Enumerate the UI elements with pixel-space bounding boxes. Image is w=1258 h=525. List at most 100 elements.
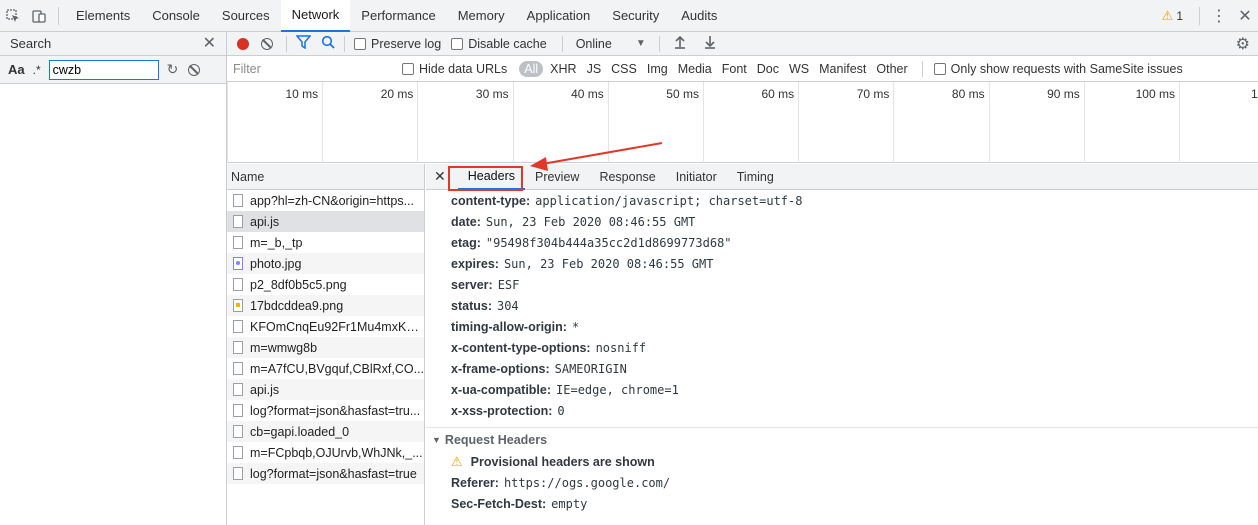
refresh-search-icon[interactable]: ↻	[167, 61, 179, 78]
tab-initiator[interactable]: Initiator	[666, 164, 727, 190]
filter-type-xhr[interactable]: XHR	[547, 61, 579, 77]
checkbox-box[interactable]	[451, 37, 464, 50]
filter-type-manifest[interactable]: Manifest	[816, 61, 869, 77]
checkbox-box[interactable]	[933, 62, 946, 75]
samesite-checkbox[interactable]: Only show requests with SameSite issues	[933, 61, 1183, 76]
samesite-label: Only show requests with SameSite issues	[950, 61, 1183, 76]
filter-input[interactable]	[231, 58, 396, 79]
tab-elements[interactable]: Elements	[65, 0, 141, 32]
tab-memory[interactable]: Memory	[447, 0, 516, 32]
table-row[interactable]: app?hl=zh-CN&origin=https...	[227, 190, 424, 211]
device-toolbar-icon[interactable]	[26, 0, 52, 32]
filter-type-other[interactable]: Other	[873, 61, 910, 77]
tab-audits[interactable]: Audits	[670, 0, 728, 32]
tab-headers[interactable]: Headers	[457, 164, 525, 190]
table-row[interactable]: KFOmCnqEu92Fr1Mu4mxKK...	[227, 316, 424, 337]
filter-bar: Hide data URLs AllXHR JSCSSImgMediaFontDo…	[227, 56, 1258, 82]
tab-response[interactable]: Response	[589, 164, 665, 190]
filter-type-js[interactable]: JS	[584, 61, 605, 77]
filter-type-img[interactable]: Img	[644, 61, 671, 77]
timeline-tick: 90 ms	[988, 82, 1084, 163]
file-icon	[233, 215, 243, 228]
request-rows: app?hl=zh-CN&origin=https... api.js m=_b,_…	[227, 190, 424, 484]
name-column-header[interactable]: Name	[227, 164, 424, 190]
file-icon	[233, 467, 243, 480]
checkbox-box[interactable]	[402, 62, 414, 75]
header-value: Sun, 23 Feb 2020 08:46:55 GMT	[503, 256, 714, 271]
regex-button[interactable]: .*	[33, 63, 41, 77]
table-row[interactable]: m=FCpbqb,OJUrvb,WhJNk,_...	[227, 442, 424, 463]
toolbar-divider	[344, 35, 345, 52]
filter-type-css[interactable]: CSS	[608, 61, 640, 77]
tab-network[interactable]: Network	[280, 0, 351, 32]
clear-log-icon[interactable]	[261, 37, 273, 50]
filter-type-font[interactable]: Font	[719, 61, 750, 77]
filter-type-media[interactable]: Media	[675, 61, 715, 77]
hide-data-urls-label: Hide data URLs	[419, 61, 508, 76]
image-file-icon	[233, 299, 243, 312]
panel-tabs: Elements Console Sources Network Performance…	[65, 0, 728, 32]
header-row: Sec-Fetch-Dest: empty	[426, 493, 1258, 514]
header-key: expires:	[451, 256, 499, 271]
table-row[interactable]: m=_b,_tp	[227, 232, 424, 253]
table-row[interactable]: api.js	[227, 211, 424, 232]
tab-performance[interactable]: Performance	[350, 0, 446, 32]
close-details-icon[interactable]: ✕	[434, 168, 446, 185]
toolbar-divider	[58, 6, 59, 25]
throttling-select[interactable]: Online ▼	[572, 37, 650, 51]
timeline-tick-label: 40 ms	[571, 87, 604, 101]
network-settings-icon[interactable]: ⚙	[1236, 34, 1250, 54]
inspect-element-icon[interactable]	[0, 0, 26, 32]
table-row[interactable]: m=wmwg8b	[227, 337, 424, 358]
search-icon[interactable]	[321, 35, 335, 52]
table-row[interactable]: p2_8df0b5c5.png	[227, 274, 424, 295]
import-har-icon[interactable]	[673, 35, 687, 52]
filter-type-ws[interactable]: WS	[786, 61, 812, 77]
table-row[interactable]: cb=gapi.loaded_0	[227, 421, 424, 442]
tab-preview[interactable]: Preview	[525, 164, 589, 190]
devtools-topbar: Elements Console Sources Network Performance…	[0, 0, 1258, 32]
timeline-tick: 20 ms	[322, 82, 417, 163]
timeline-overview[interactable]: 10 ms 20 ms 30 ms 40 ms 50 ms 60 ms 70 ms 80 ms…	[227, 82, 1258, 163]
more-options-icon[interactable]: ⋮	[1206, 0, 1232, 32]
timeline-tick: 110	[1179, 82, 1258, 163]
match-case-button[interactable]: Aa	[8, 62, 25, 77]
table-row[interactable]: m=A7fCU,BVgquf,CBlRxf,CO...	[227, 358, 424, 379]
toolbar-divider	[561, 35, 563, 52]
filter-type-all[interactable]: All	[519, 60, 544, 77]
tab-application[interactable]: Application	[516, 0, 602, 32]
header-key: Sec-Fetch-Dest:	[451, 496, 547, 511]
timeline-tick-label: 30 ms	[475, 87, 509, 101]
filter-icon[interactable]	[295, 35, 312, 52]
hide-data-urls-checkbox[interactable]: Hide data URLs	[402, 62, 507, 76]
timeline-tick-label: 60 ms	[761, 87, 795, 101]
tab-security[interactable]: Security	[601, 0, 670, 32]
checkbox-box[interactable]	[354, 37, 366, 50]
record-icon[interactable]	[237, 37, 249, 50]
request-details-panel: ✕ Headers Preview Response Initiator Timing …	[426, 164, 1258, 525]
close-devtools-icon[interactable]: ✕	[1232, 0, 1258, 32]
table-row[interactable]: 17bdcddea9.png	[227, 295, 424, 316]
export-har-icon[interactable]	[703, 35, 717, 52]
table-row[interactable]: photo.jpg	[227, 253, 424, 274]
warning-count: 1	[1176, 8, 1183, 23]
table-row[interactable]: log?format=json&hasfast=true	[227, 463, 424, 484]
resource-type-filters: All XHR JS CSS Img Media Font Doc WS Manifest Othe…	[519, 60, 910, 77]
tab-timing[interactable]: Timing	[727, 164, 784, 190]
timeline-tick: 40 ms	[512, 82, 608, 163]
request-headers-section[interactable]: ▼ Request Headers	[426, 427, 1258, 451]
close-search-icon[interactable]: ✕	[203, 35, 216, 52]
disable-cache-checkbox[interactable]: Disable cache	[451, 37, 547, 51]
table-row[interactable]: api.js	[227, 379, 424, 400]
header-key: x-ua-compatible:	[451, 382, 552, 397]
warnings-counter[interactable]: ⚠ 1	[1162, 8, 1193, 24]
tab-console[interactable]: Console	[141, 0, 211, 32]
search-input[interactable]	[48, 59, 159, 80]
filter-type-doc[interactable]: Doc	[754, 61, 782, 77]
tab-sources[interactable]: Sources	[211, 0, 281, 32]
table-row[interactable]: log?format=json&hasfast=tru...	[227, 400, 424, 421]
file-icon	[233, 236, 243, 249]
preserve-log-checkbox[interactable]: Preserve log	[354, 37, 441, 51]
clear-search-icon[interactable]	[188, 63, 201, 76]
header-row: date: Sun, 23 Feb 2020 08:46:55 GMT	[426, 211, 1258, 232]
